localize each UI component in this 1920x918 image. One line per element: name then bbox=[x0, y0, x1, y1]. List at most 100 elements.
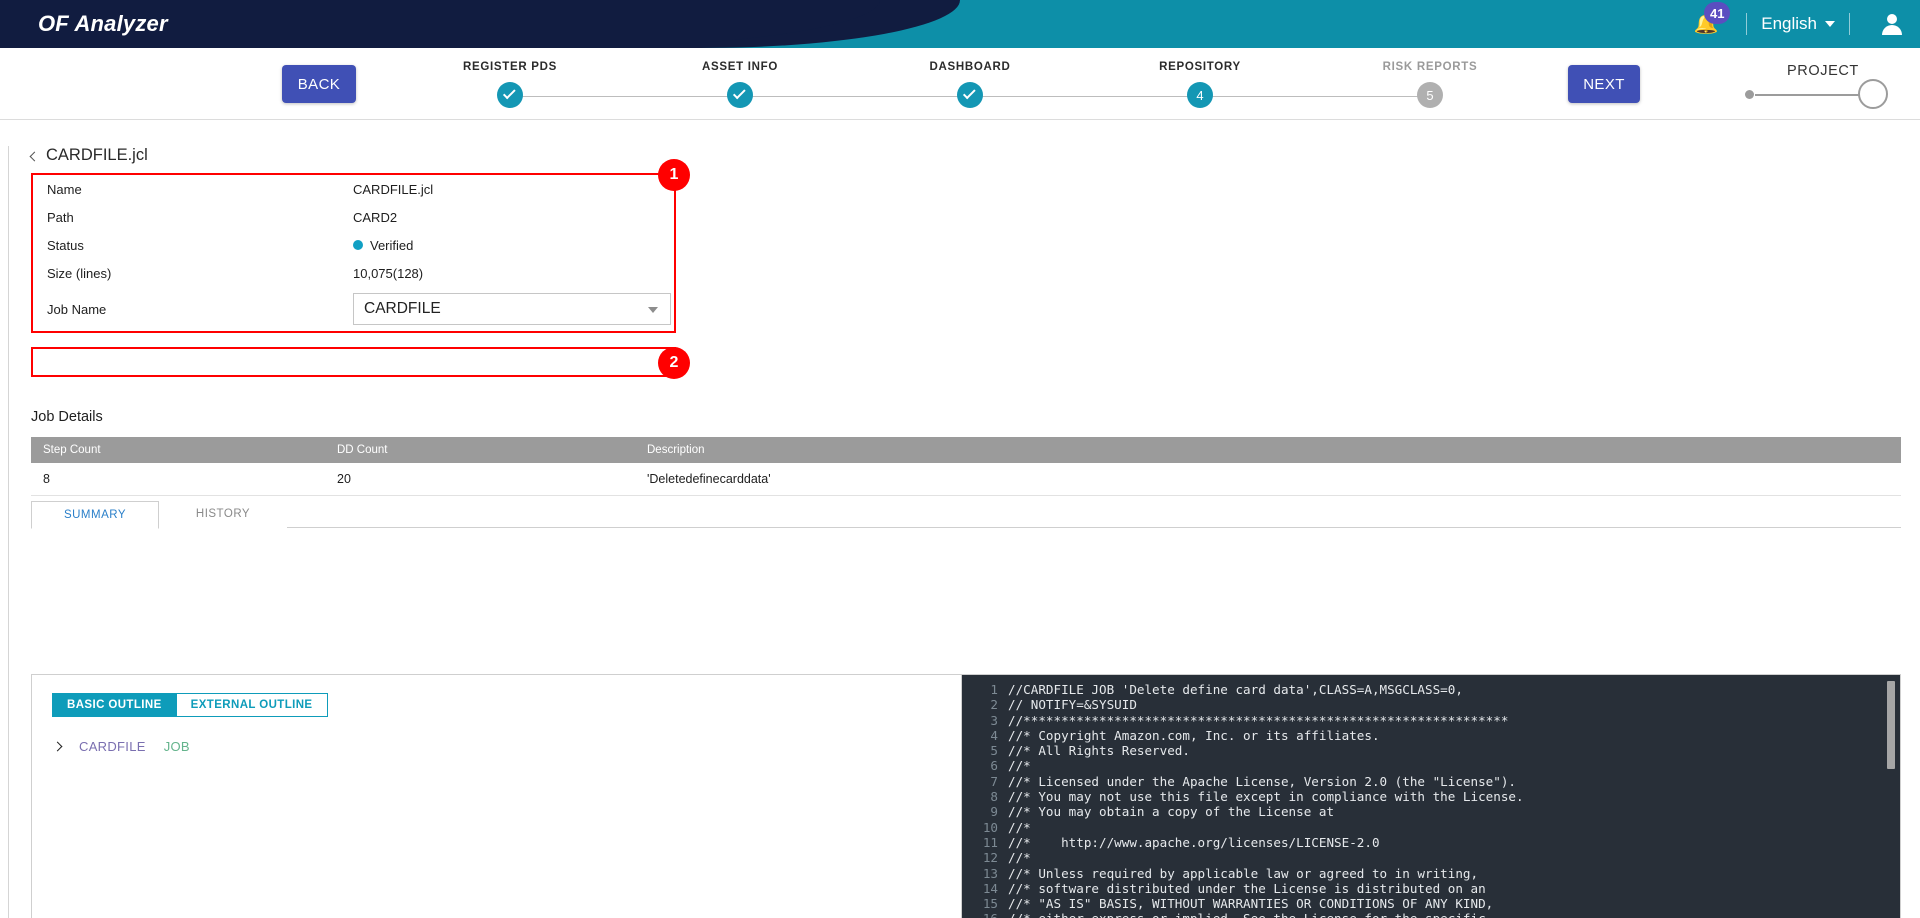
chevron-right-icon[interactable] bbox=[52, 741, 63, 752]
chevron-left-icon bbox=[29, 151, 40, 161]
tab-summary[interactable]: SUMMARY bbox=[31, 501, 159, 529]
code-line-text: //**************************************… bbox=[1008, 712, 1509, 728]
tab-external-outline[interactable]: EXTERNAL OUTLINE bbox=[176, 693, 328, 717]
code-line-text: //CARDFILE JOB 'Delete define card data'… bbox=[1008, 682, 1463, 697]
column-header-step-count: Step Count bbox=[43, 444, 101, 456]
code-line-number: 14 bbox=[982, 880, 998, 896]
notifications-button[interactable]: 🔔 41 bbox=[1680, 0, 1732, 48]
project-indicator: PROJECT bbox=[1745, 63, 1905, 112]
code-line-number: 7 bbox=[990, 773, 998, 789]
back-button[interactable]: BACK bbox=[282, 65, 356, 103]
code-line: 12 //* bbox=[962, 850, 1900, 865]
detail-value-wrap: Verified bbox=[353, 238, 413, 253]
wizard-step-risk-reports[interactable]: RISK REPORTS 5 bbox=[1350, 61, 1510, 108]
detail-key: Size (lines) bbox=[47, 265, 112, 281]
wizard-step-register-pds[interactable]: REGISTER PDS bbox=[430, 61, 590, 108]
outline-code-split: BASIC OUTLINE EXTERNAL OUTLINE CARDFILE … bbox=[31, 674, 1901, 918]
column-header-description: Description bbox=[647, 444, 705, 456]
detail-row-path: Path CARD2 bbox=[33, 203, 674, 231]
code-lines: 1 //CARDFILE JOB 'Delete define card data… bbox=[962, 682, 1900, 918]
project-start-dot bbox=[1745, 90, 1754, 99]
annotation-box-2: 2 bbox=[31, 347, 690, 379]
code-line: 10 //* bbox=[962, 820, 1900, 835]
file-details-panel: 1 Name CARDFILE.jcl Path CARD2 Status Ve… bbox=[31, 159, 690, 333]
step-marker[interactable] bbox=[727, 82, 753, 108]
wizard-stepbar: BACK NEXT REGISTER PDS ASSET INFO DASHBO… bbox=[0, 48, 1920, 120]
code-line-text: //* software distributed under the Licen… bbox=[1008, 880, 1486, 896]
code-line: 15 //* "AS IS" BASIS, WITHOUT WARRANTIES … bbox=[962, 896, 1900, 911]
project-circle-button[interactable] bbox=[1858, 79, 1888, 109]
code-line-text: //* "AS IS" BASIS, WITHOUT WARRANTIES OR… bbox=[1008, 896, 1494, 912]
code-line: 1 //CARDFILE JOB 'Delete define card data… bbox=[962, 682, 1900, 697]
code-line-text: //* bbox=[1008, 819, 1031, 835]
outline-tabs: BASIC OUTLINE EXTERNAL OUTLINE bbox=[52, 693, 961, 717]
step-marker[interactable]: 4 bbox=[1187, 82, 1213, 108]
code-line-text: //* Licensed under the Apache License, V… bbox=[1008, 773, 1516, 789]
code-viewer[interactable]: 1 //CARDFILE JOB 'Delete define card data… bbox=[962, 675, 1900, 918]
table-row[interactable]: 8 20 'Deletedefinecarddata' bbox=[31, 463, 1901, 496]
detail-row-size: Size (lines) 10,075(128) bbox=[33, 259, 674, 287]
code-line-text: //* http://www.apache.org/licenses/LICEN… bbox=[1008, 834, 1380, 850]
breadcrumb[interactable]: CARDFILE.jcl bbox=[29, 146, 148, 165]
wizard-step-asset-info[interactable]: ASSET INFO bbox=[660, 61, 820, 108]
project-line bbox=[1755, 94, 1861, 96]
code-scrollbar-thumb[interactable] bbox=[1887, 681, 1895, 769]
outline-tree-item-cardfile[interactable]: CARDFILE JOB bbox=[52, 739, 190, 754]
code-line: 16//* either express or implied. See the… bbox=[962, 911, 1900, 918]
detail-key: Job Name bbox=[47, 301, 107, 317]
cell-dd-count: 20 bbox=[337, 472, 351, 486]
user-icon bbox=[1882, 14, 1902, 35]
next-button[interactable]: NEXT bbox=[1568, 65, 1640, 103]
code-line-number: 10 bbox=[982, 819, 998, 835]
code-line-number: 15 bbox=[982, 896, 998, 912]
header-actions: 🔔 41 English bbox=[1680, 0, 1920, 48]
step-label: RISK REPORTS bbox=[1382, 61, 1478, 73]
code-line-number: 16 bbox=[962, 911, 1008, 918]
page-body: CARDFILE.jcl 1 Name CARDFILE.jcl Path CA… bbox=[8, 146, 1920, 918]
step-marker[interactable]: 5 bbox=[1417, 82, 1443, 108]
detail-key: Name bbox=[47, 181, 82, 197]
code-line-text: //* You may obtain a copy of the License… bbox=[1008, 804, 1335, 820]
page-title: CARDFILE.jcl bbox=[46, 146, 148, 164]
tab-history[interactable]: HISTORY bbox=[159, 500, 287, 528]
language-selector[interactable]: English bbox=[1761, 14, 1835, 34]
code-line-text: //* Copyright Amazon.com, Inc. or its af… bbox=[1008, 727, 1380, 743]
column-header-dd-count: DD Count bbox=[337, 444, 388, 456]
detail-value: CARD2 bbox=[353, 209, 398, 225]
code-line-number: 9 bbox=[990, 804, 998, 820]
code-line-number: 5 bbox=[990, 743, 998, 759]
step-marker[interactable] bbox=[497, 82, 523, 108]
code-line: 6 //* bbox=[962, 758, 1900, 773]
chevron-down-icon bbox=[1825, 21, 1835, 27]
table-header-row: Step Count DD Count Description bbox=[31, 437, 1901, 463]
outline-pane: BASIC OUTLINE EXTERNAL OUTLINE CARDFILE … bbox=[32, 675, 962, 918]
header-divider-1 bbox=[1746, 13, 1748, 35]
annotation-badge-2: 2 bbox=[658, 347, 690, 379]
code-line: 13 //* Unless required by applicable law … bbox=[962, 866, 1900, 881]
app-header: OF Analyzer 🔔 41 English bbox=[0, 0, 1920, 48]
code-line-number: 1 bbox=[990, 682, 998, 697]
wizard-steps: REGISTER PDS ASSET INFO DASHBOARD REPOSI… bbox=[430, 48, 1490, 120]
code-line-number: 3 bbox=[990, 712, 998, 728]
user-menu-button[interactable] bbox=[1864, 0, 1920, 48]
job-name-select[interactable]: CARDFILE bbox=[353, 293, 671, 325]
code-line-text: // NOTIFY=&SYSUID bbox=[1008, 697, 1137, 713]
tab-basic-outline[interactable]: BASIC OUTLINE bbox=[52, 693, 177, 717]
app-logo: OF Analyzer bbox=[38, 11, 168, 36]
wizard-step-dashboard[interactable]: DASHBOARD bbox=[890, 61, 1050, 108]
wizard-step-repository[interactable]: REPOSITORY 4 bbox=[1120, 61, 1280, 108]
project-label: PROJECT bbox=[1787, 63, 1859, 79]
code-line-text: //* Unless required by applicable law or… bbox=[1008, 865, 1479, 881]
detail-row-job-name: Job Name CARDFILE bbox=[33, 287, 674, 331]
tree-item-name: CARDFILE bbox=[79, 739, 146, 754]
notification-badge: 41 bbox=[1704, 2, 1731, 24]
step-label: ASSET INFO bbox=[701, 61, 778, 73]
summary-history-tabs: SUMMARY HISTORY bbox=[31, 500, 1901, 529]
language-label: English bbox=[1761, 14, 1817, 33]
step-marker[interactable] bbox=[957, 82, 983, 108]
code-line-text: //* bbox=[1008, 758, 1031, 774]
tree-item-type: JOB bbox=[163, 739, 190, 754]
step-label: REPOSITORY bbox=[1159, 61, 1241, 73]
code-line-text: //* All Rights Reserved. bbox=[1008, 743, 1190, 759]
status-dot-icon bbox=[353, 240, 363, 250]
